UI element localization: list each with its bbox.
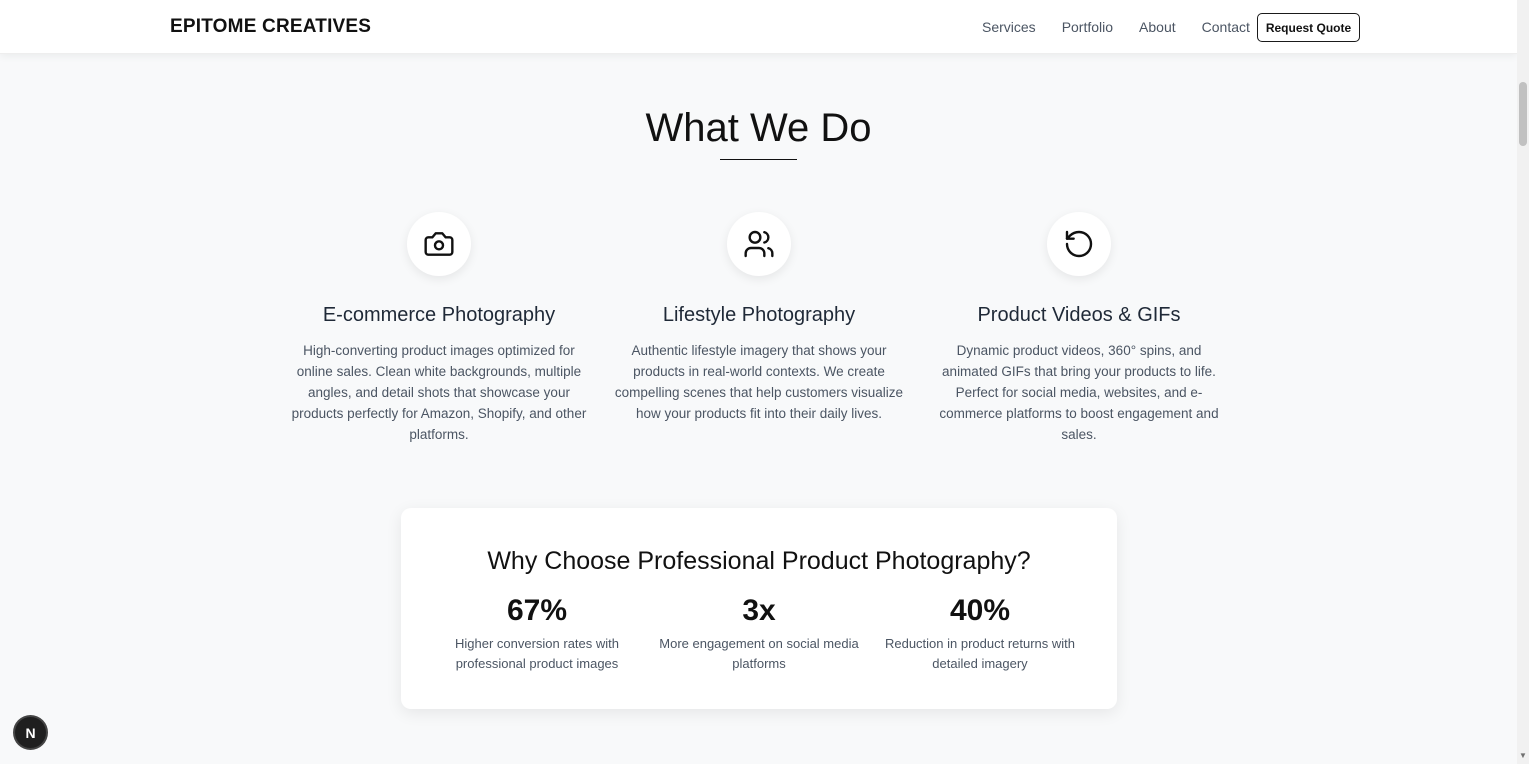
page-scrollbar[interactable]: ▼ <box>1517 0 1529 764</box>
brand-logo[interactable]: EPITOME CREATIVES <box>170 16 371 38</box>
stat-label: More engagement on social media platform… <box>659 636 859 671</box>
nav-services[interactable]: Services <box>982 19 1036 35</box>
stat-value: 40% <box>949 594 1011 627</box>
stat-returns: 40% Reduction in product returns with de… <box>875 594 1085 674</box>
rotate-icon <box>1047 212 1111 276</box>
nav-portfolio[interactable]: Portfolio <box>1062 19 1113 35</box>
site-header: EPITOME CREATIVES Services Portfolio Abo… <box>0 0 1517 54</box>
stat-engagement: 3x More engagement on social media platf… <box>654 594 864 674</box>
nav-contact[interactable]: Contact <box>1202 19 1250 35</box>
stat-conversion: 67% Higher conversion rates with profess… <box>432 594 642 674</box>
service-description: Dynamic product videos, 360° spins, and … <box>939 343 1219 442</box>
service-card-videos: Product Videos & GIFs Dynamic product vi… <box>929 212 1229 445</box>
stat-label: Higher conversion rates with professiona… <box>454 636 620 671</box>
service-title: Lifestyle Photography <box>662 304 856 326</box>
page: EPITOME CREATIVES Services Portfolio Abo… <box>0 0 1529 764</box>
nextjs-dev-badge[interactable]: N <box>15 717 46 748</box>
stats-title: Why Choose Professional Product Photogra… <box>487 547 1031 575</box>
service-description: High-converting product images optimized… <box>291 343 587 442</box>
stat-label: Reduction in product returns with detail… <box>884 636 1076 671</box>
stats-card: Why Choose Professional Product Photogra… <box>401 508 1117 709</box>
stat-value: 3x <box>742 594 776 627</box>
service-card-ecommerce: E-commerce Photography High-converting p… <box>289 212 589 445</box>
service-title: Product Videos & GIFs <box>977 304 1181 326</box>
title-underline <box>720 159 797 160</box>
stat-value: 67% <box>506 594 568 627</box>
service-description: Authentic lifestyle imagery that shows y… <box>614 343 904 421</box>
camera-icon <box>407 212 471 276</box>
service-title: E-commerce Photography <box>322 304 556 326</box>
request-quote-button[interactable]: Request Quote <box>1257 13 1360 42</box>
nav-about[interactable]: About <box>1139 19 1176 35</box>
service-card-lifestyle: Lifestyle Photography Authentic lifestyl… <box>609 212 909 424</box>
main-nav: Services Portfolio About Contact <box>982 19 1276 35</box>
users-icon <box>727 212 791 276</box>
scrollbar-thumb[interactable] <box>1519 82 1527 146</box>
section-title: What We Do <box>645 106 872 150</box>
scroll-down-arrow-icon[interactable]: ▼ <box>1519 752 1527 760</box>
